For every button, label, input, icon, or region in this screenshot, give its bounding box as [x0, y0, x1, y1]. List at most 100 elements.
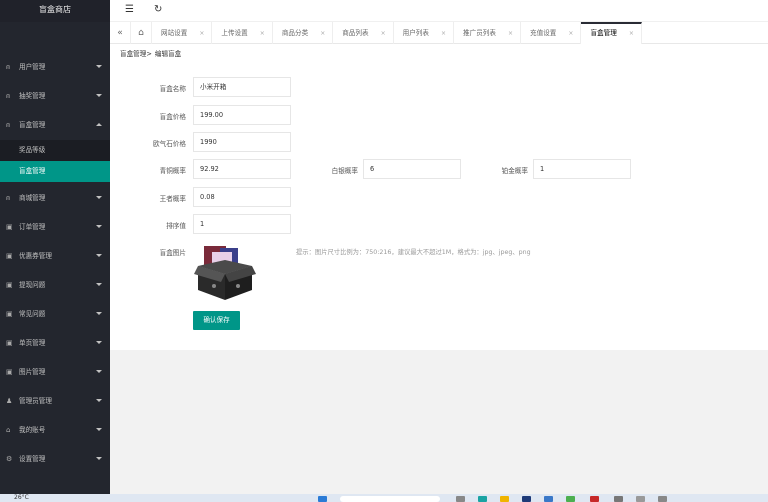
- sidebar-item-2[interactable]: ⍝ 盲盒管理: [0, 111, 110, 140]
- indent-icon[interactable]: ☰: [125, 4, 134, 15]
- close-icon[interactable]: ×: [629, 30, 634, 37]
- chevron-down-icon: [96, 94, 102, 97]
- sidebar-item-after-9[interactable]: ⚙ 设置管理: [0, 445, 110, 474]
- tab-label: 网站设置: [161, 29, 188, 37]
- sidebar-item-after-7[interactable]: ♟ 管理员管理: [0, 387, 110, 416]
- blindbox-image[interactable]: [194, 244, 256, 302]
- sidebar-item-1[interactable]: ⍝ 抽奖管理: [0, 82, 110, 111]
- close-icon[interactable]: ×: [260, 30, 265, 37]
- chevron-down-icon: [96, 65, 102, 68]
- sidebar-subitem-prize-level[interactable]: 奖品等级: [0, 140, 110, 161]
- app-icon[interactable]: [544, 496, 553, 502]
- tab-label: 盲盒管理: [590, 29, 617, 37]
- close-icon[interactable]: ×: [441, 30, 446, 37]
- name-input[interactable]: 小米开箱: [193, 77, 291, 97]
- start-icon[interactable]: [318, 496, 327, 502]
- tab-3[interactable]: 商品列表 ×: [333, 22, 394, 44]
- tab-label: 用户列表: [402, 29, 429, 37]
- price-input[interactable]: 199.00: [193, 105, 291, 125]
- image-icon: ▣: [6, 368, 13, 376]
- platinum-label: 铂金概率: [501, 167, 528, 175]
- sidebar-item-0[interactable]: ⍝ 用户管理: [0, 53, 110, 82]
- tab-0[interactable]: 网站设置 ×: [152, 22, 213, 44]
- user-icon: ⍝: [6, 92, 11, 100]
- sidebar-item-label: 我的账号: [19, 426, 46, 434]
- app-icon[interactable]: [590, 496, 599, 502]
- app-icon[interactable]: [522, 496, 531, 502]
- content-panel: 盲盒管理> 编辑盲盒 盲盒名称 小米开箱 盲盒价格 199.00 欧气石价格 19…: [110, 44, 768, 350]
- app-icon[interactable]: [614, 496, 623, 502]
- sidebar-item-label: 盲盒管理: [19, 121, 46, 129]
- king-input[interactable]: 0.08: [193, 187, 291, 207]
- bronze-label: 青铜概率: [159, 167, 186, 175]
- sidebar-item-label: 提现问题: [19, 281, 46, 289]
- name-label: 盲盒名称: [159, 85, 186, 93]
- home-icon[interactable]: ⌂: [131, 22, 152, 44]
- chevron-down-icon: [96, 457, 102, 460]
- image-icon: ▣: [6, 339, 13, 347]
- tab-scroll-left-icon[interactable]: «: [110, 22, 131, 44]
- tab-2[interactable]: 商品分类 ×: [273, 22, 334, 44]
- close-icon[interactable]: ×: [568, 30, 573, 37]
- sidebar-item-after-5[interactable]: ▣ 单页管理: [0, 329, 110, 358]
- image-label: 盲盒图片: [159, 249, 186, 257]
- image-icon: ▣: [6, 281, 13, 289]
- breadcrumb-parent[interactable]: 盲盒管理>: [120, 50, 152, 58]
- sidebar-subitem-blindbox[interactable]: 盲盒管理: [0, 161, 110, 182]
- chevron-up-icon: [96, 123, 102, 126]
- tab-4[interactable]: 用户列表 ×: [394, 22, 455, 44]
- tab-5[interactable]: 推广员列表 ×: [454, 22, 522, 44]
- sidebar-item-label: 图片管理: [19, 368, 46, 376]
- silver-input[interactable]: 6: [363, 159, 461, 179]
- gas-price-input[interactable]: 1990: [193, 132, 291, 152]
- image-icon: ▣: [6, 223, 13, 231]
- refresh-icon[interactable]: ↻: [154, 4, 162, 15]
- sidebar-item-label: 用户管理: [19, 63, 46, 71]
- tab-label: 商品分类: [281, 29, 309, 37]
- sort-label: 排序值: [166, 222, 186, 230]
- taskview-icon[interactable]: [456, 496, 465, 502]
- sidebar-item-label: 优惠券管理: [19, 252, 52, 260]
- tab-label: 推广员列表: [463, 29, 496, 37]
- home-icon: ⌂: [6, 426, 11, 434]
- image-hint: 提示：图片尺寸比例为：750:216，建议最大不超过1M，格式为：jpg、jpe…: [296, 249, 531, 256]
- close-icon[interactable]: ×: [508, 30, 513, 37]
- sidebar-item-after-2[interactable]: ▣ 优惠券管理: [0, 242, 110, 271]
- search-box[interactable]: [340, 496, 440, 502]
- close-icon[interactable]: ×: [381, 30, 386, 37]
- sidebar-item-after-6[interactable]: ▣ 图片管理: [0, 358, 110, 387]
- silver-label: 白银概率: [331, 167, 358, 175]
- app-logo-title: 盲盒商店: [0, 0, 110, 22]
- sidebar-item-label: 管理员管理: [19, 397, 52, 405]
- gas-price-label: 欧气石价格: [153, 140, 186, 148]
- close-icon[interactable]: ×: [199, 30, 204, 37]
- sort-input[interactable]: 1: [193, 214, 291, 234]
- chevron-down-icon: [96, 428, 102, 431]
- sidebar-item-after-8[interactable]: ⌂ 我的账号: [0, 416, 110, 445]
- top-bar: ☰ ↻: [110, 0, 768, 22]
- image-icon: ▣: [6, 252, 13, 260]
- bronze-input[interactable]: 92.92: [193, 159, 291, 179]
- user-icon: ⍝: [6, 194, 11, 202]
- close-icon[interactable]: ×: [320, 30, 325, 37]
- tab-6[interactable]: 充值设置 ×: [521, 22, 582, 44]
- sidebar-item-label: 订单管理: [19, 223, 46, 231]
- app-icon[interactable]: [636, 496, 645, 502]
- gear-icon: ⚙: [6, 455, 13, 463]
- edge-icon[interactable]: [478, 496, 487, 502]
- tab-7[interactable]: 盲盒管理 ×: [581, 22, 642, 44]
- sidebar-item-after-0[interactable]: ⍝ 商城管理: [0, 184, 110, 213]
- app-icon[interactable]: [658, 496, 667, 502]
- tab-label: 充值设置: [530, 29, 557, 37]
- chevron-down-icon: [96, 312, 102, 315]
- sidebar-item-after-1[interactable]: ▣ 订单管理: [0, 213, 110, 242]
- app-icon[interactable]: [566, 496, 575, 502]
- tab-1[interactable]: 上传设置 ×: [212, 22, 273, 44]
- sidebar-item-label: 设置管理: [19, 455, 46, 463]
- sidebar-item-after-3[interactable]: ▣ 提现问题: [0, 271, 110, 300]
- sidebar-item-after-4[interactable]: ▣ 常见问题: [0, 300, 110, 329]
- chevron-down-icon: [96, 370, 102, 373]
- folder-icon[interactable]: [500, 496, 509, 502]
- platinum-input[interactable]: 1: [533, 159, 631, 179]
- save-button[interactable]: 确认保存: [193, 311, 240, 330]
